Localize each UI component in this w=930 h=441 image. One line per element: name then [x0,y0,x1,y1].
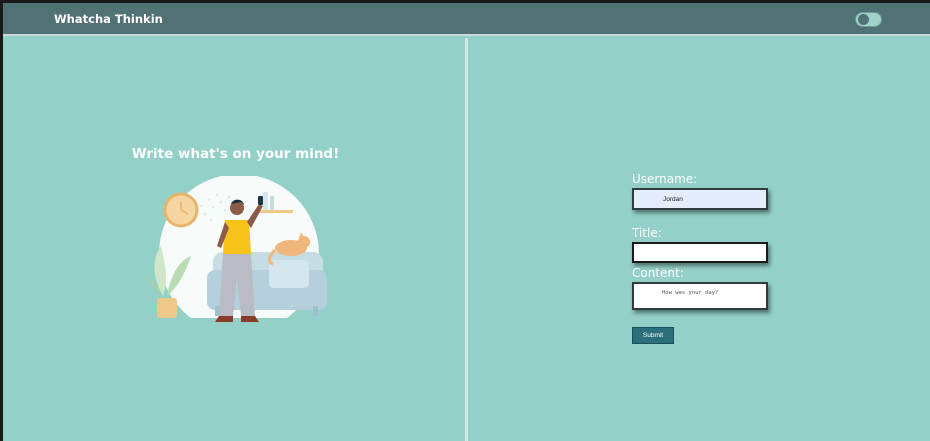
app-frame: Whatcha Thinkin Write what's on your min… [3,3,930,441]
right-pane: Username: Title: Content: Submit [468,38,930,441]
username-label: Username: [632,172,698,186]
title-field[interactable] [632,242,768,263]
brand-title: Whatcha Thinkin [54,12,163,26]
hero-headline: Write what's on your mind! [131,146,340,162]
clock-icon [163,192,199,228]
header-bar: Whatcha Thinkin [3,3,930,36]
theme-toggle[interactable] [855,12,882,27]
submit-button[interactable]: Submit [632,327,674,344]
username-field[interactable] [632,188,768,210]
title-label: Title: [632,226,662,240]
content-label: Content: [632,266,684,280]
person-illustration [141,176,336,336]
left-pane: Write what's on your mind! [3,38,465,441]
toggle-knob [858,14,869,25]
content-textarea[interactable] [632,282,768,310]
